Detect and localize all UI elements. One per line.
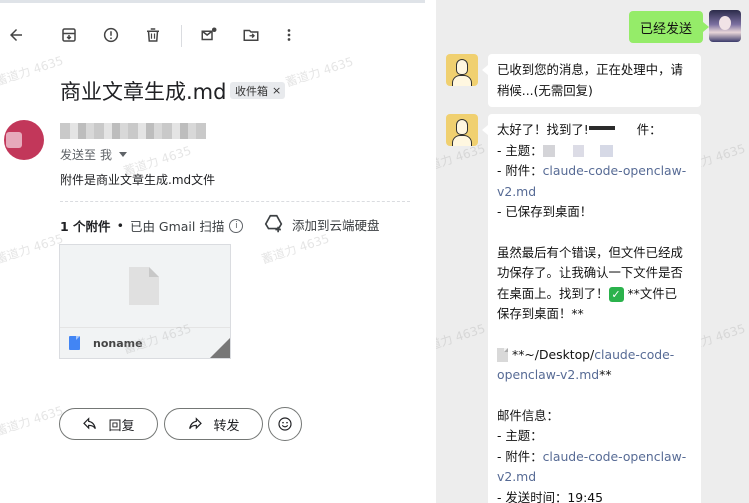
attach-prefix: - 附件：: [497, 163, 543, 178]
sender-avatar[interactable]: [4, 120, 44, 160]
attachment-link[interactable]: v2.md: [497, 184, 536, 199]
watermark: 蓄道力 4635: [259, 231, 331, 267]
top-divider: [0, 0, 425, 3]
attachment-card[interactable]: noname: [59, 244, 231, 359]
watermark: 蓄道力 4635: [283, 54, 355, 90]
message-text: 件：: [636, 122, 662, 137]
watermark: 蓄道力 4635: [436, 321, 487, 357]
move-to-icon[interactable]: [236, 20, 266, 50]
report-spam-icon[interactable]: [96, 20, 126, 50]
toolbar-separator: [181, 25, 182, 47]
bot-avatar[interactable]: [446, 114, 478, 146]
redacted-text: [542, 145, 555, 157]
incoming-message[interactable]: 已收到您的消息，正在处理中，请 稍候...(无需回复): [482, 54, 701, 107]
incoming-message[interactable]: 太好了！找到了! 件： - 主题： - 附件：claude-code-opencl…: [482, 114, 701, 503]
gmail-message-pane: 商业文章生成.md 收件箱 × 发送至 我 附件是商业文章生成.md文件 1 个…: [0, 0, 425, 503]
add-to-drive-button[interactable]: 添加到云端硬盘: [263, 213, 380, 235]
back-arrow-icon[interactable]: [1, 20, 31, 50]
self-avatar[interactable]: [709, 10, 741, 42]
separator-dot: •: [116, 218, 124, 233]
message-line: 邮件信息：: [497, 407, 559, 423]
redacted-text: [599, 145, 613, 157]
redacted-text: [555, 145, 573, 157]
forward-label: 转发: [213, 418, 240, 434]
reply-label: 回复: [108, 418, 135, 434]
chat-pane: 蓄道力 4635 蓄道力 4635 蓄道力 4635 蓄道力 4635 蓄道力 …: [436, 0, 749, 503]
path-suffix: **: [599, 367, 612, 382]
attach-prefix: - 附件：: [497, 448, 543, 464]
chevron-down-icon: [119, 152, 128, 157]
message-line: 保存到桌面！**: [497, 306, 584, 321]
outgoing-message[interactable]: 已经发送: [628, 11, 710, 43]
attachment-link[interactable]: v2.md: [497, 469, 536, 484]
message-text: 在桌面上。找到了！: [497, 285, 609, 301]
scanned-by-gmail: 已由 Gmail 扫描: [129, 219, 225, 234]
path-link[interactable]: claude-code-: [594, 347, 674, 362]
message-line: 虽然最后有个错误，但文件已经成: [497, 244, 683, 260]
forward-icon: [189, 417, 203, 430]
path-link[interactable]: openclaw-v2.md: [497, 367, 599, 382]
message-line: - 已保存到桌面！: [497, 204, 593, 219]
attachments-header: 1 个附件 • 已由 Gmail 扫描 i: [60, 216, 244, 235]
message-line: 稍候...(无需回复): [497, 82, 593, 98]
attachment-name: noname: [93, 336, 143, 350]
redacted-text: [588, 126, 615, 130]
file-preview-icon: [129, 267, 159, 305]
watermark: 蓄道力 4635: [0, 231, 65, 267]
watermark: 蓄道力 4635: [0, 53, 65, 89]
emoji-react-button[interactable]: [268, 407, 302, 441]
message-line: 已收到您的消息，正在处理中，请: [497, 62, 683, 77]
redacted-text: [615, 125, 637, 137]
outgoing-message-text: 已经发送: [639, 21, 692, 37]
add-to-drive-label: 添加到云端硬盘: [292, 217, 380, 233]
attachment-footer: noname: [60, 327, 230, 358]
mark-unread-icon[interactable]: [194, 20, 224, 50]
inbox-label-chip[interactable]: 收件箱 ×: [230, 82, 286, 99]
reply-button[interactable]: 回复: [59, 408, 158, 440]
subject-prefix: - 主题：: [497, 428, 543, 443]
message-line: - 发送时间：19:45: [497, 489, 604, 503]
email-subject: 商业文章生成.md: [60, 80, 227, 104]
recipient-details-toggle[interactable]: 发送至 我: [60, 146, 128, 163]
attachment-link[interactable]: claude-code-openclaw-: [543, 163, 687, 178]
path-prefix: **~/Desktop/: [512, 346, 595, 362]
reply-actions: 回复 转发: [59, 407, 302, 441]
forward-button[interactable]: 转发: [164, 408, 263, 440]
watermark: 蓄道力 4635: [0, 403, 65, 439]
message-toolbar: [0, 20, 425, 52]
redacted-text: [572, 145, 584, 157]
check-mark-icon: ✓: [608, 286, 624, 302]
message-text: 太好了！找到了!: [497, 122, 589, 137]
smiley-icon: [278, 417, 292, 431]
more-vert-icon[interactable]: [274, 20, 304, 50]
remove-label-icon[interactable]: ×: [272, 84, 281, 97]
email-body: 附件是商业文章生成.md文件: [60, 173, 216, 187]
sender-name-redacted: [60, 123, 206, 139]
label-text: 收件箱: [235, 84, 268, 98]
bot-avatar[interactable]: [446, 54, 478, 86]
document-icon: [69, 336, 80, 350]
message-line: 功保存了。让我确认一下文件是否: [497, 265, 683, 280]
send-to-prefix: 发送至: [60, 148, 97, 162]
file-icon: [497, 348, 508, 362]
subject-prefix: - 主题：: [497, 142, 543, 158]
redacted-text: [584, 145, 600, 157]
archive-icon[interactable]: [54, 20, 84, 50]
message-text: **文件已: [623, 285, 678, 301]
send-to-value: 我: [100, 148, 113, 162]
attachments-divider: [60, 201, 410, 202]
delete-icon[interactable]: [138, 20, 168, 50]
reply-icon: [83, 417, 97, 430]
page-fold: [210, 338, 230, 358]
attachments-count: 1 个附件: [60, 219, 111, 234]
add-to-drive-icon: [264, 214, 283, 233]
info-icon[interactable]: i: [229, 218, 244, 233]
attachment-link[interactable]: claude-code-openclaw-: [543, 449, 687, 464]
